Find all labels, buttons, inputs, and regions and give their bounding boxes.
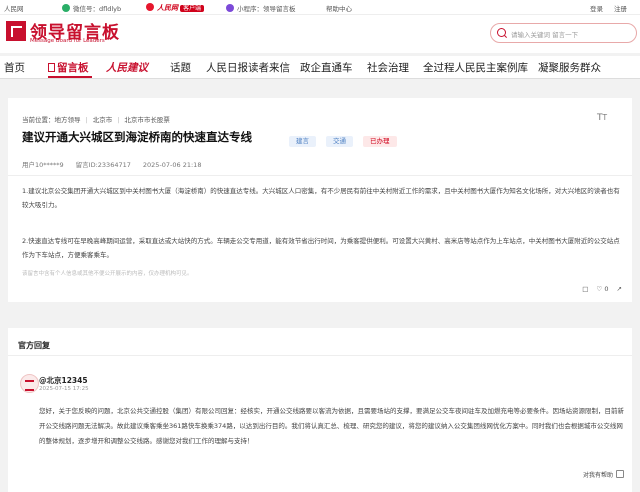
nav-item-topics[interactable]: 话题 [170,60,191,75]
register-link[interactable]: 注册 [614,3,627,13]
message-date: 2025-07-06 21:18 [142,161,202,169]
message-user: 用户10*****9 [22,161,64,169]
message-actions: □ ♡ 0 ↗ [576,285,622,293]
mini-program-link[interactable]: 小程序：领导留言板 [226,3,296,13]
login-link[interactable]: 登录 [590,3,603,13]
search-placeholder: 请输入关键词 留言一下 [511,31,579,39]
app-icon [146,3,154,11]
status-badge: 已办理 [363,136,397,147]
breadcrumb-item[interactable]: 北京市 [93,116,113,124]
thumbs-up-icon [616,470,624,478]
message-paragraph: 1.建议北京公交集团开通大兴城区到中关村图书大厦（海淀桥南）的快速直达专线。大兴… [22,187,620,209]
site-header: 领导留言板 Message Board for Leaders 请输入关键词 留… [0,15,640,53]
message-title: 建议开通大兴城区到海淀桥南的快速直达专线 [22,130,252,144]
site-link[interactable]: 人民网 [4,3,24,13]
search-icon[interactable] [497,28,506,37]
breadcrumb: 当前位置：地方领导 | 北京市 | 北京市市长股票 [22,116,170,124]
like-icon: ♡ [596,285,603,293]
nav-item-social-governance[interactable]: 社会治理 [367,60,409,75]
document-icon [48,63,55,72]
wechat-link[interactable]: 微信号：dfldlyb [62,3,121,13]
nav-item-serve-people[interactable]: 凝聚服务群众 [538,60,601,75]
reply-text: 您好，关于您反映的问题，北京公共交通控股（集团）有限公司回复：经核实，开通公交线… [39,407,624,445]
message-id: 留言ID:23364717 [75,161,131,169]
tag-category: 交通 [326,136,353,147]
search-input[interactable]: 请输入关键词 留言一下 [490,23,637,43]
font-size-icon[interactable]: TT [597,113,607,123]
like-button[interactable]: ♡ 0 [596,285,608,293]
avatar [20,374,39,393]
message-card: 当前位置：地方领导 | 北京市 | 北京市市长股票 TT 建议开通大兴城区到海淀桥南的快… [8,98,632,302]
helpful-button[interactable]: 对我有帮助 [583,470,624,479]
message-paragraph: 2.快速直达专线可在早晚高峰期间运营，采取直达或大站快的方式。车辆走公交专用道，… [22,237,620,259]
share-icon[interactable]: ↗ [617,285,622,293]
mini-program-icon [226,4,234,12]
divider [8,355,632,356]
top-utility-bar: 人民网 微信号：dfldlyb 人民网 客户端 小程序：领导留言板 帮助中心 登… [0,0,640,15]
privacy-note: 该留言中含有个人信息或其他不便公开展示的内容，仅办理机构可见。 [22,271,193,277]
client-link[interactable]: 人民网 客户端 [146,3,205,13]
breadcrumb-item[interactable]: 北京市市长股票 [124,116,170,124]
reply-time: 2025-07-15 17:25 [39,386,89,392]
reply-card: 官方回复 @北京12345 2025-07-15 17:25 您好，关于您反映的… [8,328,632,492]
wechat-icon [62,4,70,12]
nav-item-readers-letters[interactable]: 人民日报读者来信 [206,60,290,75]
active-tab-underline [48,76,92,78]
nav-item-democracy-cases[interactable]: 全过程人民民主案例库 [423,60,528,75]
nav-item-home[interactable]: 首页 [4,60,25,75]
help-center-link[interactable]: 帮助中心 [326,3,352,13]
section-title: 官方回复 [18,341,50,350]
nav-item-people-suggestion[interactable]: 人民建议 [106,60,148,75]
divider [8,175,632,176]
comment-icon[interactable]: □ [582,285,588,293]
main-nav: 首页 留言板 人民建议 话题 人民日报读者来信 政企直通车 社会治理 全过程人民… [0,56,640,79]
like-count: 0 [604,285,609,293]
nav-item-message-board[interactable]: 留言板 [48,60,89,75]
responder-name[interactable]: @北京12345 [39,375,88,386]
logo-subtitle: Message Board for Leaders [30,38,105,44]
logo-icon[interactable] [6,21,26,41]
nav-item-gov-enterprise[interactable]: 政企直通车 [300,60,353,75]
tag-type: 建言 [289,136,316,147]
message-meta: 用户10*****9 留言ID:23364717 2025-07-06 21:18 [22,159,213,169]
breadcrumb-item[interactable]: 地方领导 [55,116,81,124]
